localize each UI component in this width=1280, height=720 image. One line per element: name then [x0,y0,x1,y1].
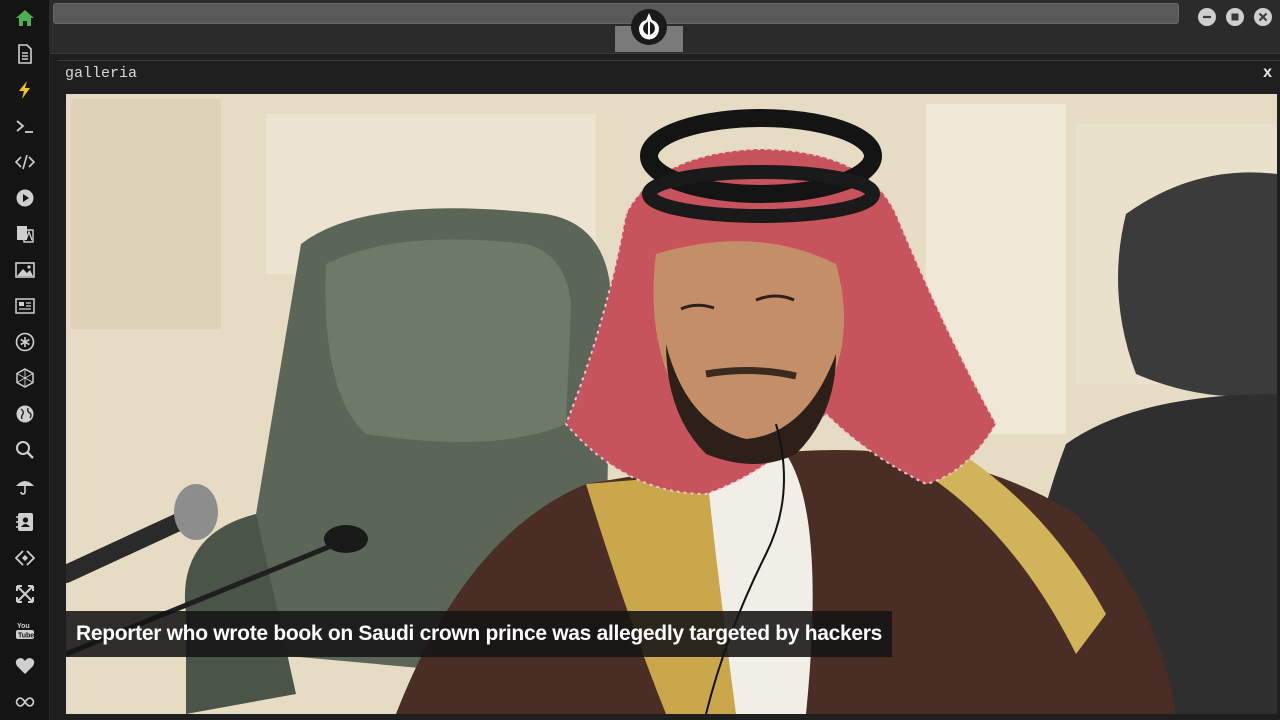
translate-icon[interactable] [13,222,37,246]
rebel-alliance-logo-icon[interactable] [630,8,668,46]
hexagon-icon[interactable] [13,366,37,390]
gallery-window: galleria x Reporter who wrote book on Sa… [57,60,1280,720]
infinity-icon[interactable] [13,690,37,714]
home-icon[interactable] [13,6,37,30]
close-icon[interactable]: x [1263,64,1272,82]
newspaper-icon[interactable] [13,294,37,318]
umbrella-icon[interactable] [13,474,37,498]
maximize-button[interactable] [1226,8,1244,26]
search-icon[interactable] [13,438,37,462]
play-icon[interactable] [13,186,37,210]
asterisk-icon[interactable] [13,330,37,354]
image-icon[interactable] [13,258,37,282]
terminal-icon[interactable] [13,114,37,138]
gallery-viewer[interactable]: Reporter who wrote book on Saudi crown p… [66,94,1277,714]
heart-icon[interactable] [13,654,37,678]
minimize-button[interactable] [1198,8,1216,26]
document-icon[interactable] [13,42,37,66]
code-icon[interactable] [13,150,37,174]
lightning-icon[interactable] [13,78,37,102]
close-window-button[interactable] [1254,8,1272,26]
left-sidebar: You Tube [0,0,50,720]
link-icon[interactable] [13,546,37,570]
svg-text:You: You [17,623,30,630]
expand-icon[interactable] [13,582,37,606]
contact-icon[interactable] [13,510,37,534]
address-bar[interactable] [53,3,1179,24]
youtube-icon[interactable]: You Tube [13,618,37,642]
gallery-caption: Reporter who wrote book on Saudi crown p… [66,611,893,657]
svg-text:Tube: Tube [18,633,34,640]
window-title: galleria [65,65,138,82]
globe-icon[interactable] [13,402,37,426]
top-bar [50,0,1280,54]
